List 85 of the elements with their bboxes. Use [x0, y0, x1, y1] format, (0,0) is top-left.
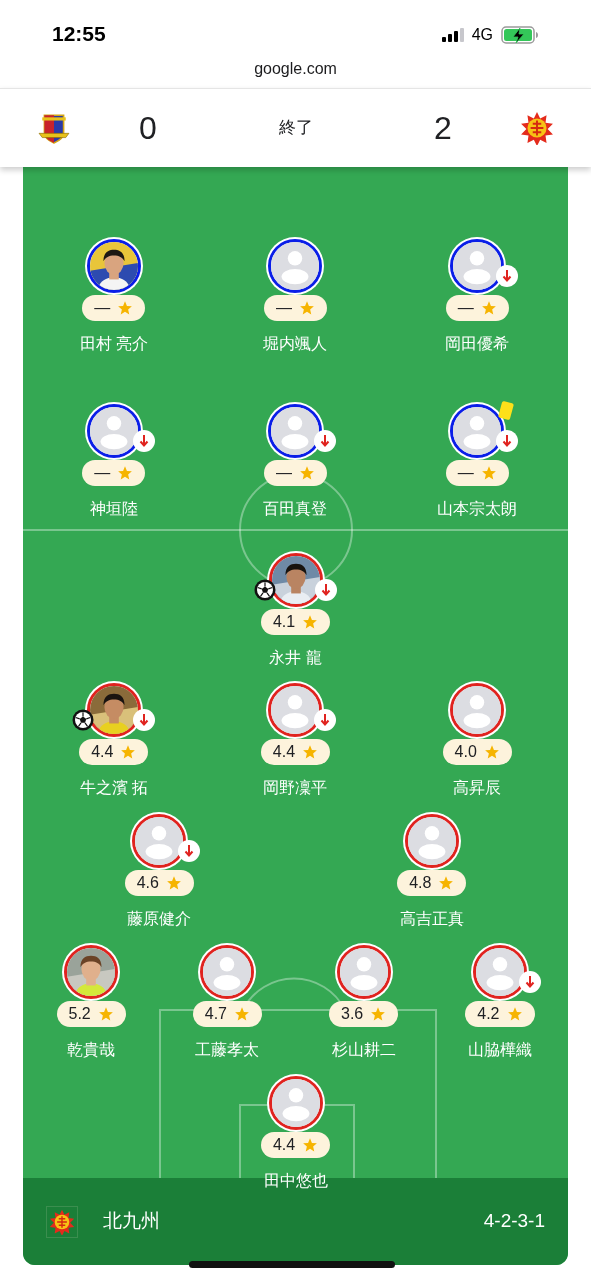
person-icon — [453, 407, 502, 455]
formation-label: 4-2-3-1 — [483, 1209, 545, 1234]
star-icon — [370, 1006, 387, 1022]
person-icon — [271, 407, 320, 455]
star-icon — [234, 1006, 250, 1022]
player-name: 田中悠也 — [263, 1171, 328, 1191]
player-avatar[interactable] — [448, 237, 507, 295]
rating-value: 5.2 — [68, 1006, 91, 1022]
team-crest-icon — [520, 111, 554, 145]
player-name: 百田真登 — [263, 499, 328, 519]
person-icon — [453, 686, 502, 734]
player-name: 杉山耕二 — [331, 1040, 396, 1060]
player-name: 堀内颯人 — [263, 334, 328, 354]
player-name: 田村 亮介 — [79, 334, 149, 354]
star-icon — [483, 744, 500, 760]
star-icon — [302, 614, 319, 630]
team-name: 北九州 — [103, 1209, 161, 1234]
rating-value: 4.4 — [272, 744, 296, 760]
rating-value: 4.0 — [454, 744, 477, 760]
rating-value: 4.7 — [204, 1006, 227, 1022]
person-icon — [453, 242, 502, 290]
player-avatar[interactable] — [84, 681, 143, 739]
player-name: 工藤孝太 — [195, 1040, 260, 1060]
rating-value: 4.6 — [136, 875, 159, 891]
player-avatar[interactable] — [266, 402, 325, 460]
person-icon — [271, 1079, 320, 1127]
star-icon — [506, 1006, 523, 1022]
star-icon — [120, 744, 137, 760]
rating-value: 4.4 — [272, 1137, 296, 1153]
star-icon — [299, 300, 315, 316]
player-avatar[interactable] — [266, 551, 325, 609]
star-icon — [97, 1006, 114, 1022]
person-icon — [89, 407, 138, 455]
player-avatar[interactable] — [266, 237, 325, 295]
player-name: 山本宗太朗 — [437, 499, 518, 519]
player-avatar[interactable] — [84, 237, 143, 295]
star-icon — [165, 875, 182, 891]
player-name: 永井 龍 — [269, 648, 322, 668]
player-name: 高吉正真 — [399, 909, 464, 929]
person-icon — [407, 817, 456, 865]
rating-value: — — [94, 300, 111, 316]
player-avatar[interactable] — [448, 402, 507, 460]
network-label: 4G — [471, 27, 493, 43]
player-name: 山脇樺織 — [467, 1040, 532, 1060]
person-icon — [135, 817, 184, 865]
rating-value: — — [457, 465, 474, 481]
away-score: 2 — [433, 109, 453, 148]
star-icon — [117, 465, 134, 481]
person-icon — [339, 948, 388, 996]
star-icon — [299, 465, 315, 481]
rating-value: 4.4 — [91, 744, 114, 760]
star-icon — [480, 300, 497, 316]
player-name: 神垣陸 — [89, 499, 138, 519]
player-name: 藤原健介 — [127, 909, 192, 929]
star-icon — [438, 875, 455, 891]
rating-value: 3.6 — [341, 1006, 364, 1022]
team-crest-icon — [38, 112, 70, 144]
rating-value: — — [94, 465, 111, 481]
player-avatar[interactable] — [84, 402, 143, 460]
rating-value: — — [457, 300, 474, 316]
person-icon — [271, 242, 320, 290]
star-icon — [117, 300, 134, 316]
player-name: 岡田優希 — [445, 334, 510, 354]
player-name: 高昇辰 — [453, 778, 502, 798]
person-icon — [271, 686, 320, 734]
person-icon — [203, 948, 252, 996]
player-name: 岡野凜平 — [263, 778, 328, 798]
clock-time: 12:55 — [52, 23, 106, 44]
star-icon — [302, 1137, 319, 1153]
rating-value: — — [276, 300, 292, 316]
rating-value: 4.8 — [409, 875, 432, 891]
star-icon — [302, 744, 319, 760]
rating-value: — — [276, 465, 292, 481]
home-score: 0 — [138, 109, 158, 148]
rating-value: 4.1 — [272, 614, 296, 630]
match-status: 終了 — [277, 117, 314, 140]
signal-icon — [441, 28, 466, 42]
player-name: 牛之濱 拓 — [79, 778, 149, 798]
rating-value: 4.2 — [477, 1006, 500, 1022]
star-icon — [480, 465, 497, 481]
person-icon — [475, 948, 524, 996]
player-name: 乾貴哉 — [67, 1040, 116, 1060]
player-avatar[interactable] — [62, 943, 121, 1001]
battery-charging-icon — [501, 26, 539, 44]
page-url[interactable]: google.com — [254, 57, 337, 81]
